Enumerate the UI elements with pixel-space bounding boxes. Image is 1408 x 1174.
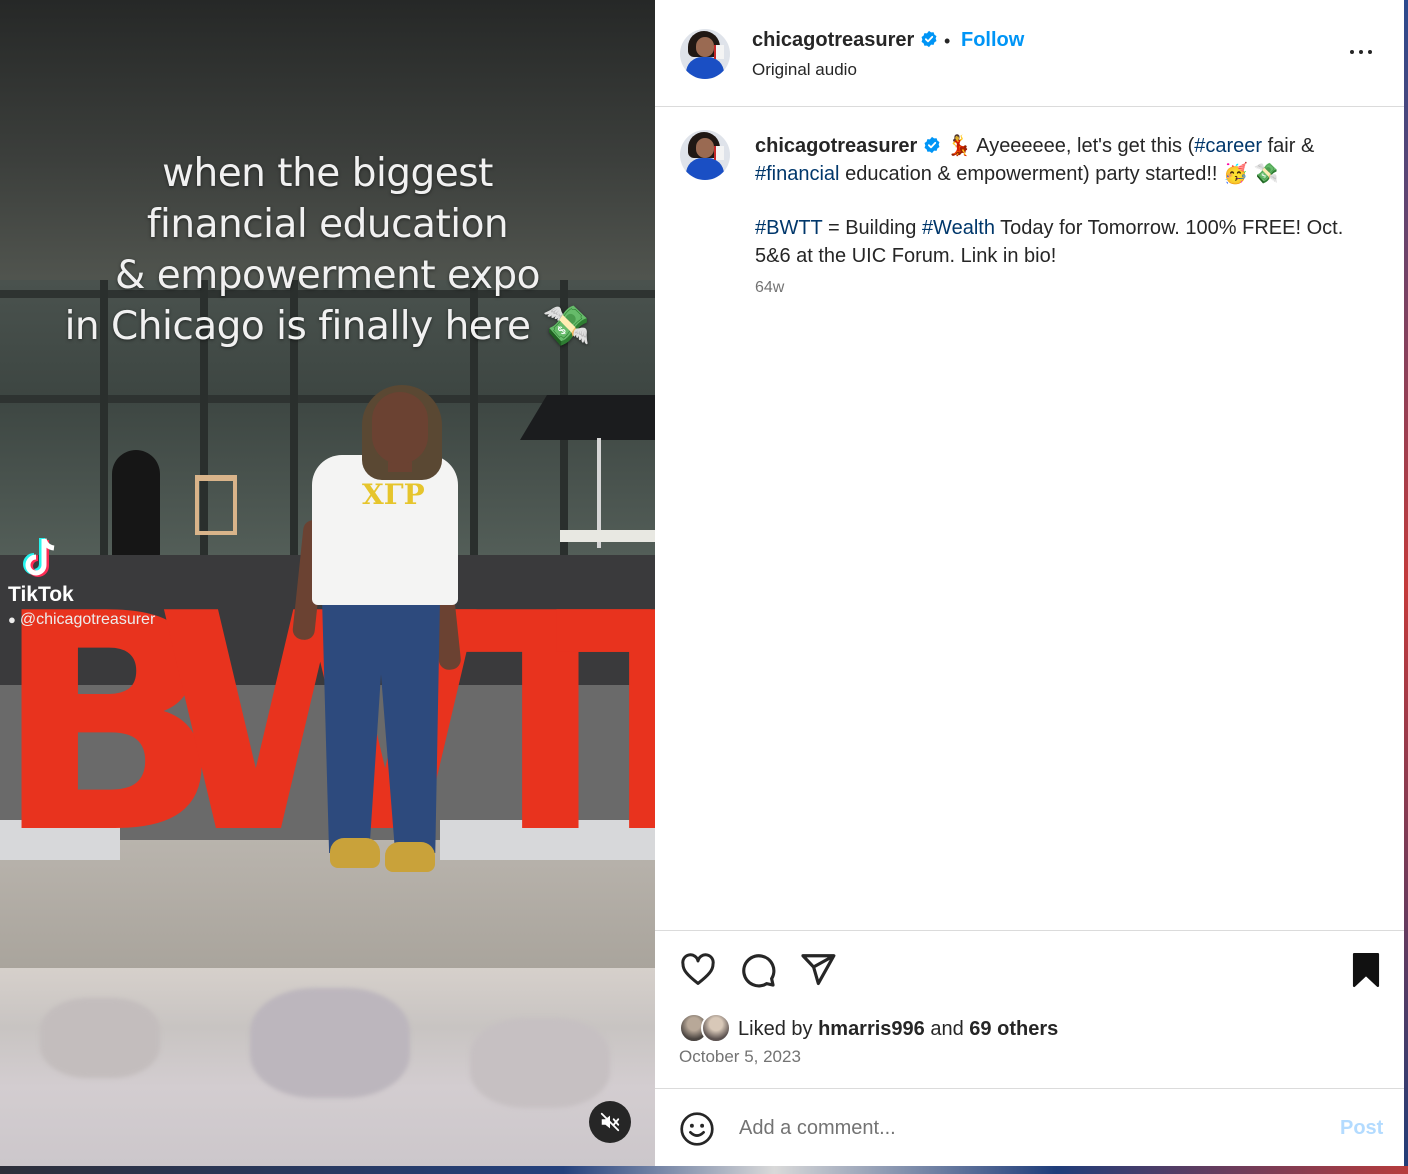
liked-by-summary: Liked by hmarris996 and 69 others (738, 1018, 1058, 1041)
post-details-panel: chicagotreasurer • Follow Original audio… (655, 0, 1404, 1166)
person-shoe (330, 838, 380, 868)
caption-timestamp[interactable]: 64w (755, 279, 784, 297)
mute-button[interactable] (589, 1101, 631, 1143)
video-chair (195, 475, 237, 535)
author-avatar[interactable] (680, 29, 730, 79)
liked-by-avatars[interactable] (679, 1013, 735, 1043)
video-blurred-bottom (0, 968, 655, 1166)
blur-blob (250, 988, 410, 1098)
tiktok-handle: ● @chicagotreasurer (8, 611, 155, 629)
liked-by-prefix: Liked by (738, 1018, 819, 1040)
caption-segment: = Building (822, 217, 922, 239)
audio-label[interactable]: Original audio (752, 60, 857, 80)
caption-line: financial education (146, 202, 509, 247)
post-header: chicagotreasurer • Follow Original audio (655, 0, 1404, 107)
video-table (560, 530, 655, 542)
share-icon[interactable] (799, 951, 837, 989)
more-horizontal-icon (1359, 50, 1363, 54)
post-comment-button[interactable]: Post (1340, 1117, 1383, 1140)
caption-username[interactable]: chicagotreasurer (755, 135, 917, 157)
author-username: chicagotreasurer (752, 29, 915, 51)
liked-by-and: and (924, 1018, 970, 1040)
video-caption-overlay: when the biggest financial education & e… (0, 148, 655, 352)
avatar-body (686, 57, 724, 79)
speaker-muted-icon (600, 1112, 620, 1132)
hashtag-wealth[interactable]: #Wealth (922, 217, 995, 239)
hashtag-bwtt[interactable]: #BWTT (755, 217, 822, 239)
verified-badge-icon (921, 30, 937, 48)
avatar-flag (714, 45, 724, 59)
hashtag-career[interactable]: #career (1194, 135, 1262, 157)
hashtag-financial[interactable]: #financial (755, 163, 840, 185)
liker-avatar (701, 1013, 731, 1043)
blur-blob (470, 1018, 610, 1108)
liked-by-user-link[interactable]: hmarris996 (818, 1018, 925, 1040)
tiktok-watermark: TikTok ● @chicagotreasurer (8, 535, 155, 629)
more-horizontal-icon (1368, 50, 1372, 54)
bookmark-icon[interactable] (1347, 951, 1385, 989)
comment-composer: Post (655, 1088, 1404, 1166)
caption-segment: education & empowerment) party started!!… (839, 163, 1279, 185)
blur-blob (40, 998, 160, 1078)
person-icon: ● (8, 612, 16, 627)
caption-paragraph-gap (755, 188, 1375, 214)
author-username-link[interactable]: chicagotreasurer (752, 29, 938, 52)
comment-icon[interactable] (739, 951, 777, 989)
post-actions: Liked by hmarris996 and 69 others Octobe… (655, 930, 1404, 1088)
avatar-face (696, 37, 714, 57)
caption-segment: fair & (1262, 135, 1315, 157)
post-date[interactable]: October 5, 2023 (679, 1047, 801, 1067)
sign-letter-t: T (555, 575, 655, 875)
caption-line: in Chicago is finally here 💸 (64, 304, 591, 349)
more-options-button[interactable] (1348, 42, 1378, 62)
header-separator: • (944, 31, 951, 51)
follow-button[interactable]: Follow (961, 29, 1024, 52)
person-shoe (385, 842, 435, 872)
caption-line: when the biggest (162, 151, 493, 196)
caption-segment: 💃 Ayeeeeee, let's get this ( (941, 135, 1195, 157)
heart-icon[interactable] (679, 951, 717, 989)
avatar-flag (714, 146, 724, 160)
caption-author-avatar[interactable] (680, 130, 730, 180)
page-backdrop-right (1404, 0, 1408, 1174)
comment-input[interactable] (739, 1113, 1299, 1143)
caption-text: chicagotreasurer 💃 Ayeeeeee, let's get t… (755, 132, 1375, 270)
page-backdrop-bottom (0, 1166, 1408, 1174)
tiktok-handle-text: @chicagotreasurer (19, 611, 156, 628)
shirt-logo: ΧΓΡ (362, 478, 425, 511)
emoji-icon[interactable] (679, 1111, 715, 1147)
more-horizontal-icon (1350, 50, 1354, 54)
caption-line: & empowerment expo (114, 253, 541, 298)
avatar-face (696, 138, 714, 158)
post-media-video[interactable]: B W T T ΧΓΡ when the biggest financial e… (0, 0, 655, 1166)
liked-by-others-link[interactable]: 69 others (969, 1018, 1058, 1040)
verified-badge-icon (924, 136, 940, 154)
tiktok-brand: TikTok (8, 583, 74, 606)
tiktok-logo-icon (23, 538, 55, 577)
person-face (372, 392, 428, 464)
avatar-body (686, 158, 724, 180)
